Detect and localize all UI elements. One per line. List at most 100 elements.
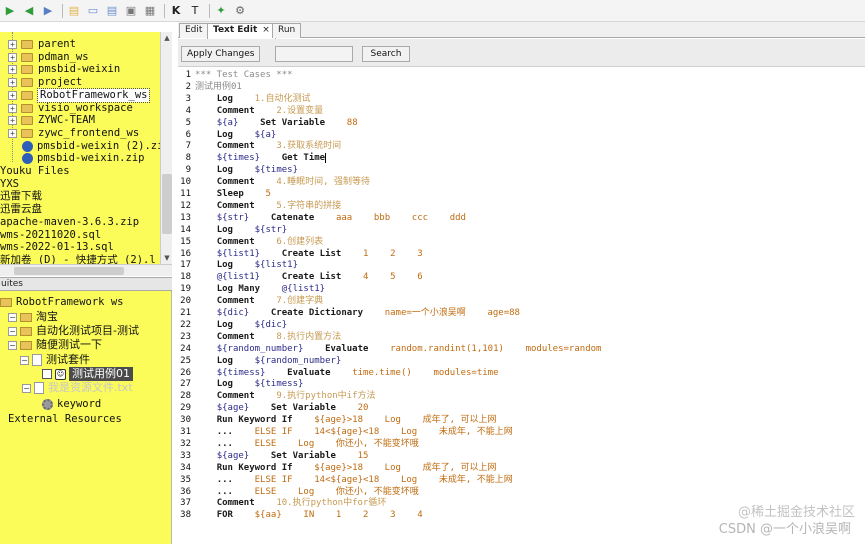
- collapse-toggle-icon[interactable]: −: [8, 326, 17, 336]
- file-tree-item[interactable]: + zywc_frontend_ws: [8, 127, 139, 140]
- line-number: 2: [185, 81, 191, 92]
- tab-close-icon[interactable]: ×: [262, 25, 270, 35]
- open-folder-icon[interactable]: ▤: [66, 3, 82, 19]
- save-icon[interactable]: ▭: [85, 3, 101, 19]
- collapse-toggle-icon[interactable]: −: [8, 340, 17, 350]
- suite-tree-item[interactable]: keyword: [42, 397, 101, 411]
- scroll-down-icon[interactable]: ▼: [161, 252, 173, 264]
- suite-tree-item[interactable]: − 淘宝: [8, 310, 58, 324]
- suite-tree-item[interactable]: − 我是资源文件.txt: [22, 381, 133, 395]
- expand-toggle-icon[interactable]: +: [8, 90, 17, 100]
- text-editor[interactable]: 1 2 3 4 5 6 7 8 9 10 11 12 13 14 15 16 17 18 19 20 21 22 23 24 2…: [178, 68, 865, 544]
- expand-toggle-icon[interactable]: +: [8, 52, 17, 62]
- collapse-toggle-icon[interactable]: −: [20, 355, 29, 365]
- back-icon[interactable]: ◀: [21, 3, 37, 19]
- file-tree-item[interactable]: apache-maven-3.6.3.zip: [0, 216, 139, 229]
- keyword-search-icon[interactable]: ▦: [142, 3, 158, 19]
- search-icon[interactable]: T: [187, 3, 203, 19]
- file-tree-label: pmsbid-weixin (2).zip: [37, 139, 170, 152]
- line-number: 24: [180, 343, 191, 354]
- expand-toggle-icon[interactable]: +: [8, 65, 17, 75]
- expand-toggle-icon[interactable]: +: [8, 128, 17, 138]
- expand-toggle-icon[interactable]: +: [8, 40, 17, 49]
- suite-tree-item[interactable]: − 随便测试一下: [8, 338, 102, 352]
- scroll-up-icon[interactable]: ▲: [161, 32, 173, 44]
- file-tree-item[interactable]: + RobotFramework_ws: [8, 87, 151, 103]
- expand-toggle-icon[interactable]: +: [8, 78, 17, 88]
- file-tree-item[interactable]: pmsbid-weixin (2).zip: [22, 140, 170, 153]
- forward-icon[interactable]: ▶: [40, 3, 56, 19]
- collapse-toggle-icon[interactable]: −: [8, 312, 17, 322]
- expand-toggle-icon[interactable]: +: [8, 103, 17, 113]
- code-comment: 8.执行内置方法: [276, 331, 342, 342]
- apply-changes-button[interactable]: Apply Changes: [181, 46, 261, 62]
- code-line: Run Keyword If ${age}>18 Log 成年了, 可以上网: [195, 414, 497, 426]
- code-comment: 3.获取系统时间: [276, 141, 342, 152]
- search-button[interactable]: Search: [362, 46, 410, 62]
- folder-icon: [20, 340, 32, 350]
- search-input[interactable]: [275, 46, 353, 62]
- suite-tree-item[interactable]: RobotFramework ws: [0, 295, 123, 309]
- code-comment: 2.设置变量: [276, 105, 324, 116]
- expand-toggle-icon[interactable]: +: [8, 116, 17, 126]
- file-tree-item[interactable]: + pdman_ws: [8, 51, 89, 64]
- suite-tree-item[interactable]: External Resources: [8, 412, 122, 426]
- file-tree-item[interactable]: 迅雷下载: [0, 190, 42, 203]
- code-keyword: Log Many: [216, 284, 261, 295]
- file-tree-item[interactable]: wms-2022-01-13.sql: [0, 241, 114, 254]
- file-tree-item[interactable]: wms-20211020.sql: [0, 229, 101, 242]
- file-tree-item[interactable]: pmsbid-weixin.zip: [22, 152, 144, 165]
- settings-icon[interactable]: ⚙: [232, 3, 248, 19]
- file-tree-label: pmsbid-weixin: [38, 63, 121, 76]
- test-icon[interactable]: K: [168, 3, 184, 19]
- code-comment: 1.自动化测试: [254, 93, 311, 104]
- test-suites-header: uites: [0, 277, 172, 291]
- file-tree-horizontal-scrollbar[interactable]: [0, 264, 172, 276]
- tab-edit[interactable]: Edit: [179, 23, 209, 38]
- suite-tree-item[interactable]: − 自动化测试项目-测试: [8, 324, 139, 338]
- code-comment: 6.创建列表: [276, 236, 324, 247]
- scroll-thumb[interactable]: [162, 174, 172, 234]
- file-tree-vertical-scrollbar[interactable]: ▲ ▼: [160, 32, 172, 264]
- plugin-icon[interactable]: ✦: [213, 3, 229, 19]
- tab-run[interactable]: Run: [272, 23, 302, 38]
- code-header: 测试用例01: [195, 81, 242, 92]
- file-tree-item[interactable]: + ZYWC-TEAM: [8, 114, 95, 127]
- file-tree-item[interactable]: YXS: [0, 178, 19, 191]
- new-test-icon[interactable]: ▣: [123, 3, 139, 19]
- file-tree-item[interactable]: 迅雷云盘: [0, 203, 42, 216]
- file-tree-label: YXS: [0, 177, 19, 190]
- line-number: 6: [185, 129, 191, 140]
- file-tree-label: 新加卷 (D) - 快捷方式 (2).l: [0, 253, 156, 264]
- file-tree-item[interactable]: 新加卷 (D) - 快捷方式 (2).l: [0, 254, 156, 264]
- testcase-checkbox[interactable]: [42, 369, 52, 379]
- file-tree-label: parent: [38, 38, 76, 50]
- run-icon[interactable]: ▶: [2, 3, 18, 19]
- file-tree-item[interactable]: + project: [8, 76, 82, 89]
- suite-tree-item[interactable]: − 测试套件: [20, 353, 90, 367]
- code-keyword: Create Dictionary: [270, 308, 364, 318]
- file-tree-item[interactable]: + parent: [8, 38, 76, 51]
- suite-tree-item[interactable]: ☺ 测试用例01: [42, 367, 133, 381]
- scroll-thumb-horizontal[interactable]: [14, 267, 124, 275]
- code-line: ${age} Set Variable 15: [195, 450, 369, 462]
- file-tree-item[interactable]: + pmsbid-weixin: [8, 63, 120, 76]
- save-all-icon[interactable]: ▤: [104, 3, 120, 19]
- tab-text-edit[interactable]: Text Edit ×: [207, 23, 276, 39]
- expand-toggle-icon[interactable]: −: [22, 383, 31, 393]
- line-number: 20: [180, 296, 191, 307]
- file-tree-item[interactable]: + visio_workspace: [8, 102, 133, 115]
- file-tree-item[interactable]: Youku Files: [0, 165, 70, 178]
- file-tree-label: pdman_ws: [38, 50, 89, 63]
